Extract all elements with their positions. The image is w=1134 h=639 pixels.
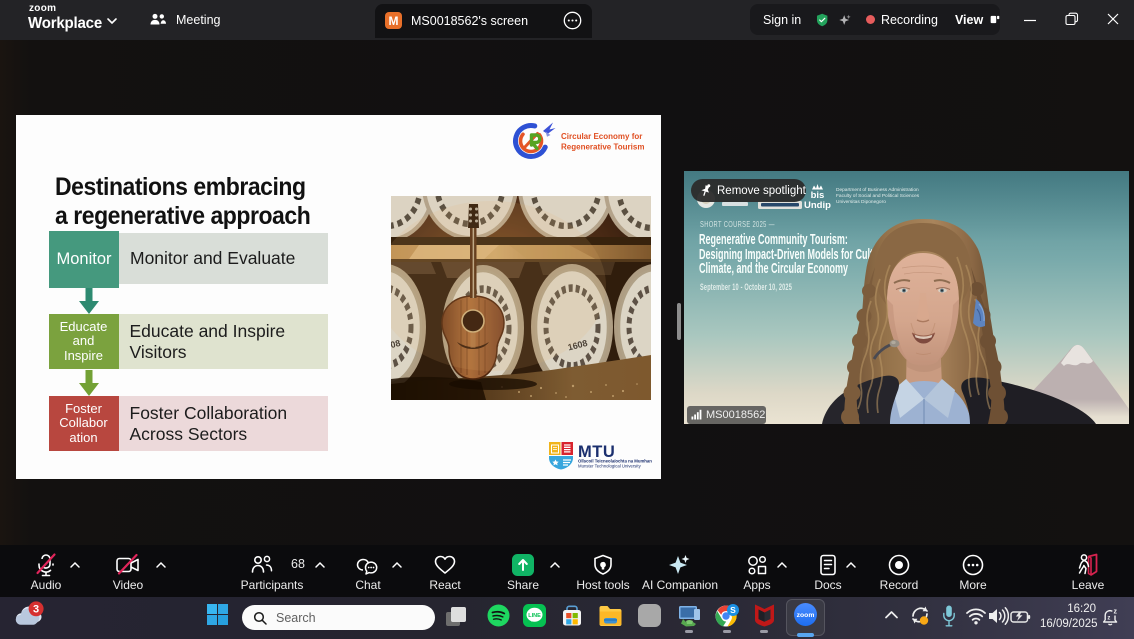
- svg-text:3: 3: [33, 604, 39, 616]
- svg-text:Regenerative Tourism: Regenerative Tourism: [561, 143, 644, 152]
- svg-text:z: z: [1107, 616, 1110, 622]
- svg-text:Munster Technological Universi: Munster Technological University: [578, 464, 642, 469]
- svg-text:zoom: zoom: [797, 612, 815, 619]
- svg-text:S: S: [730, 605, 736, 615]
- svg-text:z: z: [1114, 609, 1118, 616]
- svg-text:LINE: LINE: [528, 613, 541, 619]
- svg-text:Circular Economy for: Circular Economy for: [561, 132, 642, 141]
